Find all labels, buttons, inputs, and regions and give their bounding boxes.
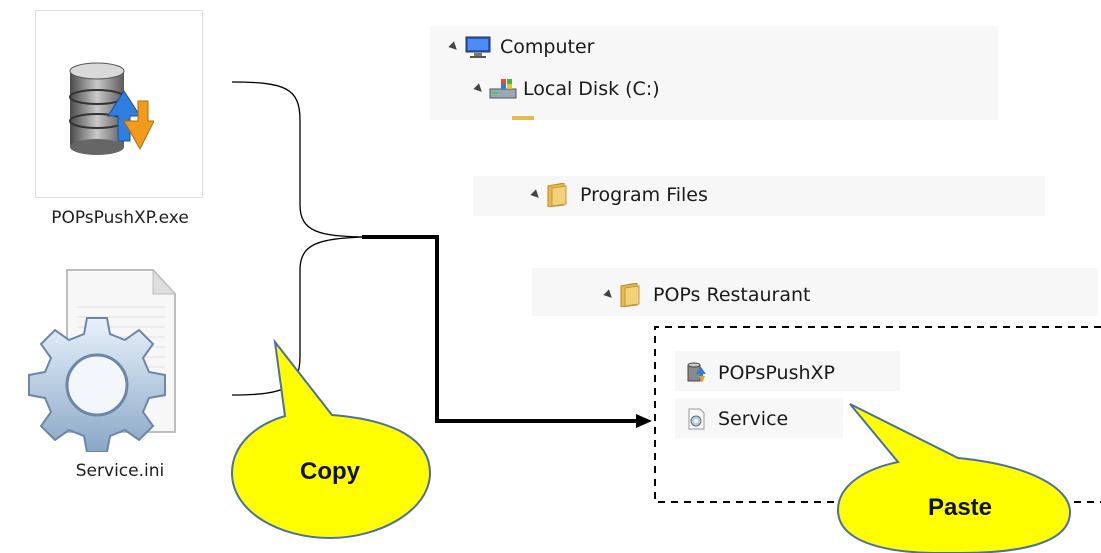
paste-callout-bubble (836, 403, 1072, 553)
bracket-upper-line (231, 81, 363, 238)
diagram-overlay (230, 81, 1101, 553)
arrowhead-icon (636, 414, 652, 428)
copy-arrow-line (362, 235, 637, 423)
copy-callout-bubble (230, 338, 432, 540)
copy-callout-label: Copy (300, 458, 360, 485)
paste-callout-label: Paste (927, 494, 993, 521)
